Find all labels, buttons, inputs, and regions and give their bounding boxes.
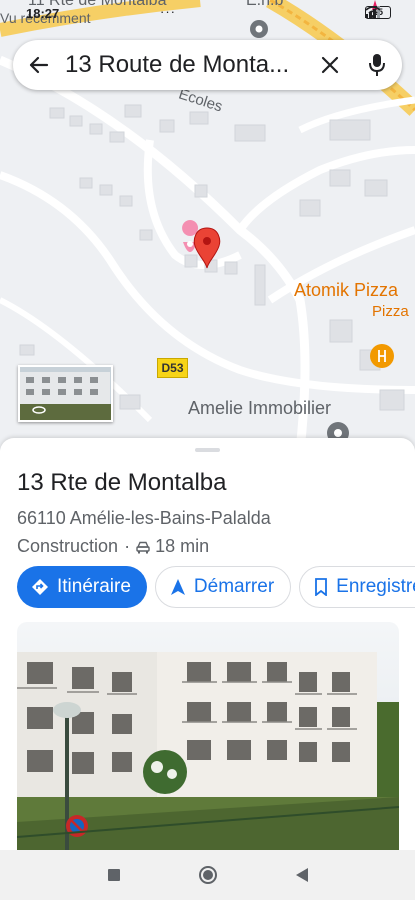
navigation-arrow-icon (170, 579, 185, 595)
back-nav-button[interactable] (290, 863, 314, 887)
status-time: 18:27 (26, 6, 60, 21)
meta-separator: · (124, 536, 131, 556)
voice-search-button[interactable] (352, 40, 402, 90)
action-chips: Itinéraire Démarrer Enregistrer (17, 566, 415, 608)
directions-button[interactable]: Itinéraire (17, 566, 147, 608)
map-label-amelie-immobilier[interactable]: Amelie Immobilier (188, 398, 331, 419)
search-bar[interactable]: 13 Route de Monta... (13, 40, 402, 90)
place-title: 13 Rte de Montalba (17, 469, 227, 496)
directions-label: Itinéraire (57, 576, 131, 597)
back-button[interactable] (13, 40, 63, 90)
arrow-back-icon (29, 56, 49, 74)
status-bar: 18:27 ··· 15 (0, 0, 415, 28)
save-label: Enregistrer (336, 576, 415, 597)
triangle-back-icon (295, 868, 308, 882)
directions-icon (32, 579, 48, 595)
car-icon (136, 541, 150, 553)
microphone-icon (369, 54, 385, 76)
place-details-sheet[interactable]: 13 Rte de Montalba 66110 Amélie-les-Bain… (0, 438, 415, 850)
map-label-pizza-category: Pizza (372, 303, 409, 320)
clear-search-button[interactable] (308, 40, 352, 90)
home-button[interactable] (196, 863, 220, 887)
road-shield-d53: D53 (157, 358, 188, 378)
status-indicators: 15 (365, 6, 391, 19)
place-photo[interactable] (17, 622, 399, 850)
wifi-icon (365, 6, 381, 18)
status-more-icon: ··· (160, 4, 176, 19)
building-photo (17, 622, 399, 850)
place-address: 66110 Amélie-les-Bains-Palalda (17, 508, 271, 528)
close-icon (321, 56, 339, 74)
square-icon (107, 869, 120, 881)
place-category: Construction (17, 536, 119, 556)
system-navigation-bar (0, 850, 415, 900)
search-input[interactable]: 13 Route de Monta... (63, 51, 308, 79)
street-view-360-icon (32, 406, 46, 414)
home-circle-icon (198, 866, 217, 884)
bookmark-icon (315, 578, 328, 596)
drive-time: 18 min (155, 536, 210, 556)
start-label: Démarrer (193, 576, 275, 597)
recent-apps-button[interactable] (102, 863, 126, 887)
save-button[interactable]: Enregistrer (299, 566, 415, 608)
sheet-drag-handle[interactable] (195, 448, 220, 452)
street-view-thumbnail[interactable] (18, 365, 113, 422)
start-navigation-button[interactable]: Démarrer (154, 566, 292, 608)
map-label-atomik-pizza[interactable]: Atomik Pizza (294, 280, 398, 301)
place-meta: Construction · 18 min (17, 536, 209, 557)
